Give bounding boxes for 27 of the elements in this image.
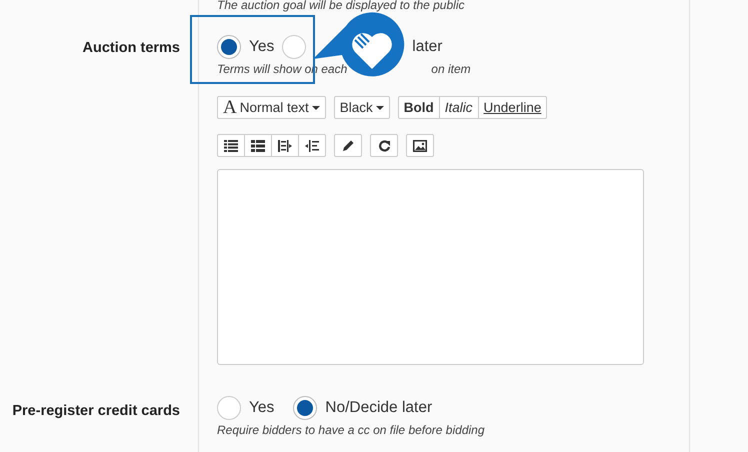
pencil-icon[interactable] [334,134,362,157]
heart-icon [352,33,392,69]
field-label: Pre-register credit cards [12,403,180,419]
indent-icon[interactable] [271,134,299,157]
radio-button[interactable] [217,396,241,420]
option-label[interactable]: No/Decide later [325,396,432,420]
hint-text: on item [431,61,471,78]
list-icon[interactable] [217,134,245,157]
image-icon[interactable] [406,134,434,157]
hint-text: Require bidders to have a cc on file before bidding [217,422,485,439]
redo-icon[interactable] [370,134,398,157]
option-label[interactable]: Yes [249,396,274,420]
text-editor-field[interactable] [217,169,644,365]
underline-button[interactable]: Underline [478,96,548,119]
option-label[interactable]: later [412,35,442,59]
radio-button[interactable] [293,396,318,420]
field-label: Auction terms [82,40,180,56]
radio-button[interactable] [282,35,306,59]
hint-text: The auction goal will be displayed to the public [217,0,466,12]
font-dropdown[interactable]: A Normal text [217,96,326,119]
option-label[interactable]: Yes [249,35,274,59]
bulleted-list-icon[interactable] [244,134,272,157]
italic-button[interactable]: Italic [438,96,479,119]
color-dropdown[interactable]: Black [334,96,390,119]
radio-button[interactable] [217,35,241,59]
bold-button[interactable]: Bold [398,96,440,119]
outdent-icon[interactable] [298,134,326,157]
